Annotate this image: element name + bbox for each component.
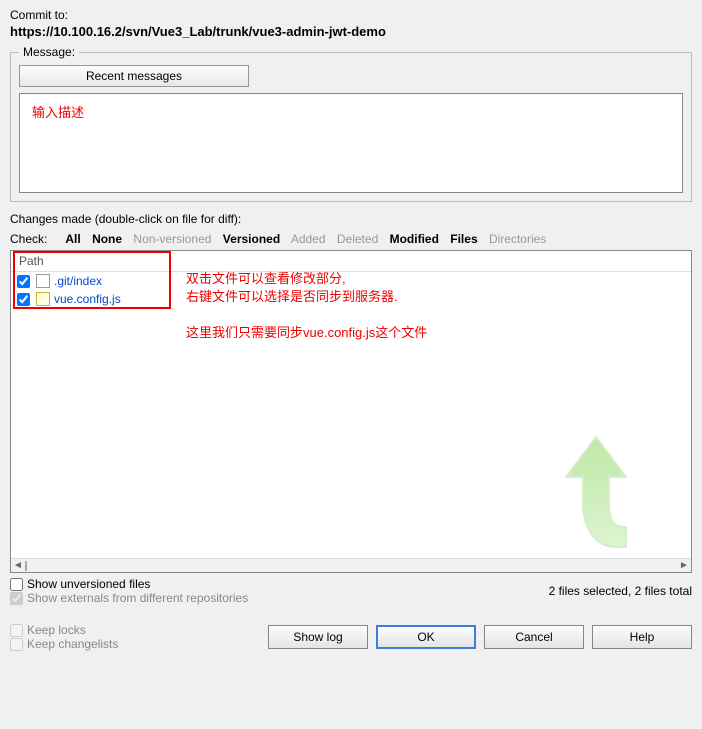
annotation-text-3: 这里我们只需要同步vue.config.js这个文件 <box>186 323 506 344</box>
commit-arrow-icon <box>561 432 651 552</box>
commit-to-label: Commit to: <box>10 8 692 22</box>
check-filter-row: Check: All None Non-versioned Versioned … <box>10 232 692 246</box>
show-unversioned-checkbox[interactable] <box>10 578 23 591</box>
keep-locks-checkbox <box>10 624 23 637</box>
file-list-panel: Path .git/index vue.config.js 双击文件可以查看修改… <box>10 250 692 573</box>
commit-url: https://10.100.16.2/svn/Vue3_Lab/trunk/v… <box>10 24 692 39</box>
keep-changelists-checkbox <box>10 638 23 651</box>
filter-files[interactable]: Files <box>450 232 477 246</box>
show-externals-label: Show externals from different repositori… <box>27 591 248 605</box>
show-unversioned-label: Show unversioned files <box>27 577 150 591</box>
filter-deleted[interactable]: Deleted <box>337 232 378 246</box>
file-name: .git/index <box>54 274 102 288</box>
filter-none[interactable]: None <box>92 232 122 246</box>
message-fieldset: Message: Recent messages 输入描述 <box>10 45 692 202</box>
filter-all[interactable]: All <box>65 232 80 246</box>
filter-modified[interactable]: Modified <box>390 232 439 246</box>
filter-non-versioned[interactable]: Non-versioned <box>133 232 211 246</box>
ok-button[interactable]: OK <box>376 625 476 649</box>
keep-changelists-label: Keep changelists <box>27 637 118 651</box>
help-button[interactable]: Help <box>592 625 692 649</box>
keep-locks-label: Keep locks <box>27 623 86 637</box>
message-annotation: 输入描述 <box>32 105 84 120</box>
changes-label: Changes made (double-click on file for d… <box>10 212 692 226</box>
selection-status: 2 files selected, 2 files total <box>549 584 692 598</box>
filter-directories[interactable]: Directories <box>489 232 546 246</box>
file-checkbox-git-index[interactable] <box>17 275 30 288</box>
file-icon <box>36 274 50 288</box>
scroll-right-icon[interactable]: ► <box>677 560 691 571</box>
scroll-left-icon[interactable]: ◄ <box>11 560 25 571</box>
show-externals-checkbox <box>10 592 23 605</box>
check-label: Check: <box>10 232 47 246</box>
file-name: vue.config.js <box>54 292 121 306</box>
horizontal-scrollbar[interactable]: ◄ ► <box>11 558 691 572</box>
message-textarea[interactable]: 输入描述 <box>19 93 683 193</box>
message-legend: Message: <box>19 45 79 59</box>
filter-added[interactable]: Added <box>291 232 326 246</box>
file-checkbox-vue-config[interactable] <box>17 293 30 306</box>
recent-messages-button[interactable]: Recent messages <box>19 65 249 87</box>
cancel-button[interactable]: Cancel <box>484 625 584 649</box>
show-log-button[interactable]: Show log <box>268 625 368 649</box>
filter-versioned[interactable]: Versioned <box>223 232 280 246</box>
scroll-thumb[interactable] <box>25 561 27 571</box>
file-icon-js <box>36 292 50 306</box>
annotation-text-2: 右键文件可以选择是否同步到服务器. <box>186 287 506 308</box>
